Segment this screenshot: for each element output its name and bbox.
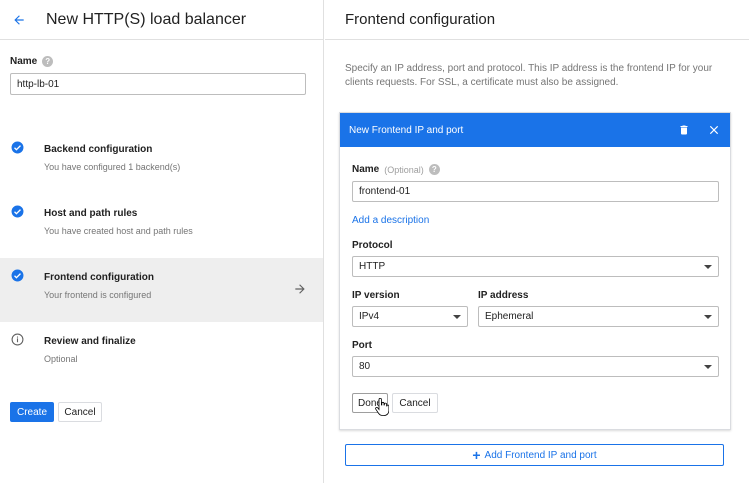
step-title: Frontend configuration xyxy=(44,272,154,283)
section-description: Specify an IP address, port and protocol… xyxy=(345,63,713,88)
step-review-finalize[interactable]: Review and finalize Optional xyxy=(0,322,323,386)
add-frontend-ip-port-button[interactable]: + Add Frontend IP and port xyxy=(345,444,724,466)
help-icon[interactable]: ? xyxy=(42,56,54,67)
step-title: Backend configuration xyxy=(44,144,153,155)
step-title: Host and path rules xyxy=(44,208,138,219)
back-button[interactable] xyxy=(10,11,28,29)
step-backend-configuration[interactable]: Backend configuration You have configure… xyxy=(0,130,323,194)
card-cancel-button[interactable]: Cancel xyxy=(392,393,438,413)
trash-icon[interactable] xyxy=(678,124,690,136)
card-title: New Frontend IP and port xyxy=(349,124,464,136)
check-circle-icon xyxy=(11,141,24,154)
protocol-select[interactable]: HTTP xyxy=(352,256,719,277)
step-subtitle: You have configured 1 backend(s) xyxy=(44,162,181,172)
add-description-link[interactable]: Add a description xyxy=(352,215,429,226)
chevron-down-icon xyxy=(704,265,712,269)
frontend-ip-port-card: New Frontend IP and port Name (Optional)… xyxy=(339,112,731,430)
frontend-name-value: frontend-01 xyxy=(359,186,411,197)
add-frontend-label: Add Frontend IP and port xyxy=(484,449,597,461)
step-subtitle: Optional xyxy=(44,354,78,364)
check-circle-icon xyxy=(11,205,24,218)
ip-address-select[interactable]: Ephemeral xyxy=(478,306,719,327)
chevron-down-icon xyxy=(704,315,712,319)
protocol-label: Protocol xyxy=(352,240,393,251)
page-title: New HTTP(S) load balancer xyxy=(46,10,247,28)
ip-address-value: Ephemeral xyxy=(485,311,534,322)
hand-cursor-icon xyxy=(375,398,389,416)
arrow-right-icon xyxy=(295,284,305,294)
card-header: New Frontend IP and port xyxy=(340,113,730,147)
plus-icon: + xyxy=(472,447,481,463)
name-input[interactable] xyxy=(10,73,306,95)
arrow-left-icon xyxy=(14,14,24,25)
port-label: Port xyxy=(352,340,372,351)
name-label: Name ? xyxy=(10,56,54,67)
ip-version-select[interactable]: IPv4 xyxy=(352,306,468,327)
step-subtitle: You have created host and path rules xyxy=(44,226,193,236)
chevron-down-icon xyxy=(704,365,712,369)
ip-address-label: IP address xyxy=(478,290,529,301)
left-header: New HTTP(S) load balancer xyxy=(0,0,323,40)
ip-version-label: IP version xyxy=(352,290,400,301)
frontend-name-label-text: Name xyxy=(352,164,380,175)
step-frontend-configuration[interactable]: Frontend configuration Your frontend is … xyxy=(0,258,323,322)
close-icon[interactable] xyxy=(707,123,721,137)
protocol-value: HTTP xyxy=(359,261,386,272)
name-label-text: Name xyxy=(10,56,38,67)
ip-version-value: IPv4 xyxy=(359,311,380,322)
step-host-path-rules[interactable]: Host and path rules You have created hos… xyxy=(0,194,323,258)
info-circle-icon xyxy=(11,333,24,346)
left-panel: New HTTP(S) load balancer Name ? Backend… xyxy=(0,0,324,483)
frontend-name-label: Name (Optional) ? xyxy=(352,164,440,175)
create-button[interactable]: Create xyxy=(10,402,54,422)
optional-text: (Optional) xyxy=(384,164,424,175)
port-select[interactable]: 80 xyxy=(352,356,719,377)
help-icon[interactable]: ? xyxy=(428,164,440,175)
step-subtitle: Your frontend is configured xyxy=(44,290,152,300)
port-value: 80 xyxy=(359,361,371,372)
cancel-button[interactable]: Cancel xyxy=(58,402,102,422)
check-circle-icon xyxy=(11,269,24,282)
chevron-down-icon xyxy=(453,315,461,319)
section-title: Frontend configuration xyxy=(325,0,749,40)
step-title: Review and finalize xyxy=(44,336,136,347)
frontend-name-input[interactable]: frontend-01 xyxy=(352,181,719,202)
